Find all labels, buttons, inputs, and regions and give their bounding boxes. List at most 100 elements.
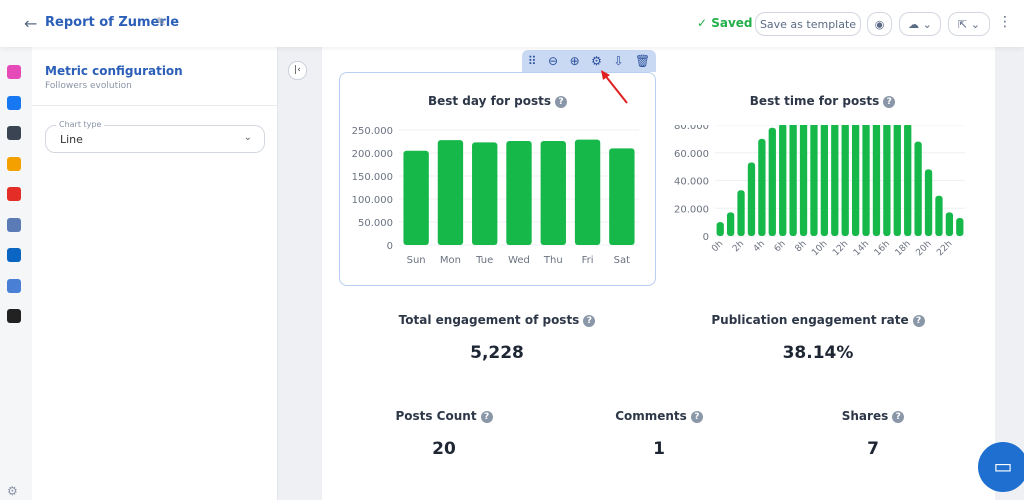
bar [841,125,849,236]
x-tick-label: 22h [935,239,954,258]
google-business-icon[interactable] [7,278,21,293]
download-icon[interactable]: ⇩ [613,54,623,68]
bar [758,138,766,236]
share-menu-button[interactable]: ⇱ ⌄ [948,12,990,36]
x-tick-label: Wed [508,255,530,266]
saved-status: ✓ Saved [697,16,753,30]
stat-label: Total engagement of posts [398,313,580,327]
bar [779,125,787,236]
chart-title-best-day: Best day for posts? [339,94,656,108]
bar [883,125,891,236]
preview-eye-button[interactable]: ◉ [867,12,892,36]
x-tick-label: 20h [914,239,933,258]
facebook-icon[interactable] [7,95,21,110]
x-tick-label: Thu [543,255,563,266]
help-icon[interactable]: ? [912,315,925,327]
settings-icon[interactable]: ⚙ [591,54,602,68]
youtube-icon[interactable] [7,187,21,201]
google-analytics-icon[interactable] [7,156,21,171]
upload-menu-button[interactable]: ☁ ⌄ [899,12,941,36]
bar [799,125,808,236]
help-icon[interactable]: ? [892,411,905,423]
chart-title-text: Best time for posts [749,94,880,108]
x-tick-label: Mon [440,255,461,266]
cloud-upload-icon: ☁ ⌄ [908,17,932,31]
x-tick-label: 8h [794,239,809,254]
stat-posts-count: Posts Count? 20 [324,409,564,459]
bar [747,162,756,236]
bar [768,127,776,236]
eye-icon: ◉ [874,17,885,31]
header: ← Report of Zumerle ✎ ✓ Saved Save as te… [0,0,1024,47]
help-icon[interactable]: ? [583,315,596,327]
stat-label: Comments [615,409,687,423]
bar [935,195,943,236]
drag-icon[interactable]: ⠿ [528,54,537,68]
x-tick-label: 2h [731,239,746,254]
help-icon[interactable]: ? [690,411,703,423]
more-options-icon[interactable]: ⋮ [998,14,1012,30]
panel-title: Metric configuration [45,64,183,78]
y-tick-label: 20.000 [674,204,709,215]
help-icon[interactable]: ? [480,411,493,423]
zoom-in-icon[interactable]: ⊕ [570,54,580,68]
x-tick-label: Sun [407,255,426,266]
settings-gear-icon[interactable]: ⚙ [7,484,18,498]
stat-value: 1 [653,439,665,459]
instagram-icon[interactable] [7,65,21,79]
x-tick-label: 6h [773,239,788,254]
metric-config-panel: Metric configuration Followers evolution… [32,47,278,500]
bar [789,125,797,236]
stat-shares: Shares? 7 [753,409,993,459]
stat-engagement-rate: Publication engagement rate? 38.14% [698,313,938,363]
bar [851,125,860,236]
bar [831,125,839,236]
saved-label: Saved [711,16,753,30]
bar [904,125,912,236]
chart-type-select[interactable]: Chart type Line ⌄ [45,120,265,153]
help-icon[interactable]: ? [555,96,568,108]
share-icon: ⇱ ⌄ [958,17,980,31]
y-tick-label: 200.000 [352,149,393,160]
x-tick-label: 4h [752,239,767,254]
chat-support-button[interactable]: ▭ [978,442,1024,492]
bar [574,139,601,245]
x-tick-label: 12h [831,239,850,258]
x-tick-label: 10h [810,239,829,258]
mailchimp-icon[interactable] [7,309,21,323]
bar [737,190,745,236]
facebook-pages-icon[interactable] [7,126,21,140]
bar [437,140,464,245]
bar [956,217,964,236]
y-tick-label: 100.000 [352,195,393,206]
stat-label: Shares [841,409,889,423]
bar [716,222,724,236]
stat-value: 38.14% [782,343,854,363]
bar [609,148,635,245]
chart-title-text: Best day for posts [427,94,552,108]
y-tick-label: 80.000 [674,125,709,132]
bar [914,141,922,236]
collapse-panel-button[interactable]: |‹ [288,61,307,80]
chat-icon: ▭ [993,454,1013,478]
x-tick-label: Sat [614,255,630,266]
back-arrow-icon[interactable]: ← [24,14,37,33]
bar [540,141,566,245]
edit-pencil-icon[interactable]: ✎ [156,15,166,29]
google-ads-icon[interactable] [7,217,21,232]
bar [472,142,498,245]
y-tick-label: 250.000 [352,126,393,137]
y-tick-label: 0 [387,241,393,252]
save-as-template-button[interactable]: Save as template [755,12,861,36]
y-tick-label: 0 [703,232,709,243]
linkedin-icon[interactable] [7,248,21,262]
stat-value: 7 [867,439,879,459]
x-tick-label: Fri [582,255,594,266]
zoom-out-icon[interactable]: ⊖ [548,54,558,68]
help-icon[interactable]: ? [883,96,896,108]
x-tick-label: 0h [710,239,725,254]
trash-icon[interactable]: 🗑 [635,54,650,68]
best-time-chart: 0 20.000 40.000 60.000 80.000 0h 2h 4h 6h 8h 10h 12… [674,125,965,258]
chart-title-best-time: Best time for posts? [665,94,980,108]
stat-total-engagement: Total engagement of posts? 5,228 [377,313,617,363]
